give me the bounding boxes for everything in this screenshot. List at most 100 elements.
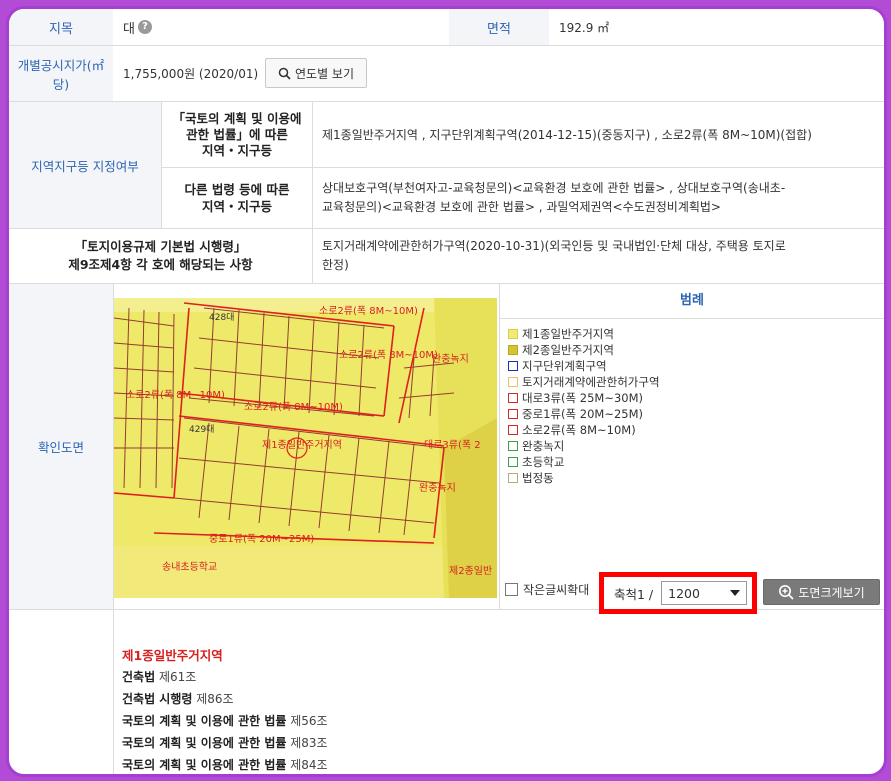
map-label-buffer-green2: 완충녹지: [419, 482, 456, 494]
legend-label: 중로1류(폭 20M~25M): [522, 407, 644, 421]
map-label: 확인도면: [9, 284, 113, 609]
legend-list: 제1종일반주거지역제2종일반주거지역지구단위계획구역토지거래계약에관한허가구역대…: [508, 326, 868, 496]
price-label-line1: 개별공시지가(㎡: [17, 57, 105, 73]
small-text-label: 작은글씨확대: [523, 583, 590, 597]
price-label-line2: 당): [52, 76, 70, 92]
law2-value: 상대보호구역(부천여자고-교육청문의)<교육환경 보호에 관한 법률> , 상대…: [322, 181, 786, 214]
map-label-road-top: 소로2류(폭 8M~10M): [319, 305, 418, 317]
small-text-checkbox[interactable]: [505, 583, 518, 596]
legend-item: 대로3류(폭 25M~30M): [508, 390, 643, 406]
map-label-school: 송내초등학교: [162, 561, 217, 573]
zoom-in-icon: [779, 585, 795, 600]
scale-value: 1200: [668, 585, 700, 601]
small-text-toggle[interactable]: 작은글씨확대: [505, 581, 589, 598]
enforce-label: 「토지이용규제 기본법 시행령」 제9조제4항 각 호에 해당되는 사항: [9, 229, 312, 283]
law-article: 제83조: [290, 736, 328, 750]
law-article: 제56조: [290, 714, 328, 728]
legend-swatch: [508, 361, 518, 371]
legend-label: 완충녹지: [522, 439, 565, 453]
row-jimok: 지목 대 ? 면적 192.9 ㎡: [9, 9, 884, 46]
law1-label: 「국토의 계획 및 이용에 관한 법률」에 따른 지역・지구등: [162, 102, 312, 167]
map-label-zone2: 제2종일반: [449, 565, 492, 577]
legend-label: 토지거래계약에관한허가구역: [522, 375, 660, 389]
legend-swatch: [508, 393, 518, 403]
law1-value: 제1종일반주거지역 , 지구단위계획구역(2014-12-15)(중동지구) ,…: [322, 128, 812, 142]
legend-swatch: [508, 345, 518, 355]
law-name: 건축법 시행령: [122, 692, 193, 706]
legend-title: 범례: [500, 284, 884, 319]
law-article: 제61조: [158, 670, 197, 684]
legend-label: 제2종일반주거지역: [522, 343, 614, 357]
law-item[interactable]: 건축법 제61조: [122, 668, 196, 685]
map-label-road-center: 소로2류(폭 8M~10M): [244, 401, 343, 413]
law-name: 국토의 계획 및 이용에 관한 법률: [122, 758, 287, 772]
law2-label: 다른 법령 등에 따른 지역・지구등: [162, 168, 312, 228]
legend-item: 제2종일반주거지역: [508, 342, 614, 358]
legend-label: 지구단위계획구역: [522, 359, 607, 373]
cadastral-map[interactable]: 소로2류(폭 8M~10M) 소로2류(폭 8M~10M) 소로2류(폭 8M~…: [114, 298, 497, 598]
legend-item: 중로1류(폭 20M~25M): [508, 406, 643, 422]
search-icon: [278, 67, 291, 80]
law-name: 국토의 계획 및 이용에 관한 법률: [122, 736, 287, 750]
map-lot-429: 429대: [189, 424, 214, 435]
legend-item: 소로2류(폭 8M~10M): [508, 422, 636, 438]
legend-item: 지구단위계획구역: [508, 358, 607, 374]
row-zone: 지역지구등 지정여부 「국토의 계획 및 이용에 관한 법률」에 따른 지역・지…: [9, 102, 884, 229]
row-enforcement: 「토지이용규제 기본법 시행령」 제9조제4항 각 호에 해당되는 사항 토지거…: [9, 229, 884, 284]
enforce-value: 토지거래계약에관한허가구역(2020-10-31)(외국인등 및 국내법인·단체…: [322, 239, 786, 272]
map-label-road-left: 소로2류(폭 8M~10M): [126, 389, 225, 401]
land-use-panel: 지목 대 ? 면적 192.9 ㎡ 개별공시지가(㎡ 당) 1,755,000원…: [6, 6, 887, 777]
area-value: 192.9 ㎡: [559, 20, 610, 35]
zone-label: 지역지구등 지정여부: [9, 102, 161, 228]
law-item[interactable]: 국토의 계획 및 이용에 관한 법률 제83조: [122, 734, 328, 751]
area-label: 면적: [449, 9, 549, 45]
map-lot-428: 428대: [209, 312, 234, 323]
big-map-label: 도면크게보기: [798, 585, 865, 600]
price-value: 1,755,000원 (2020/01): [123, 67, 259, 81]
legend-swatch: [508, 377, 518, 387]
row-map: 확인도면 소로2류(폭 8M~10M) 소로2류(폭 8M~10M) 소로2류(…: [9, 284, 884, 614]
law-list: 제1종일반주거지역 건축법 제61조건축법 시행령 제86조국토의 계획 및 이…: [9, 610, 884, 774]
legend-item: 토지거래계약에관한허가구역: [508, 374, 660, 390]
yearly-view-button[interactable]: 연도별 보기: [265, 58, 367, 88]
law-item[interactable]: 국토의 계획 및 이용에 관한 법률 제56조: [122, 712, 328, 729]
price-label: 개별공시지가(㎡ 당): [9, 46, 113, 101]
legend-swatch: [508, 425, 518, 435]
legend-item: 초등학교: [508, 454, 564, 470]
law-zone-title: 제1종일반주거지역: [122, 648, 223, 663]
legend-item: 법정동: [508, 470, 554, 486]
legend-label: 초등학교: [522, 455, 565, 469]
legend-label: 소로2류(폭 8M~10M): [522, 423, 636, 437]
scale-control: 축척1 / 1200: [599, 572, 757, 614]
legend-panel: 범례 제1종일반주거지역제2종일반주거지역지구단위계획구역토지거래계약에관한허가…: [500, 284, 884, 609]
legend-swatch: [508, 441, 518, 451]
law-item[interactable]: 국토의 계획 및 이용에 관한 법률 제84조: [122, 756, 328, 773]
jimok-value-text: 대: [123, 21, 135, 37]
law-name: 건축법: [122, 670, 156, 684]
big-map-button[interactable]: 도면크게보기: [763, 579, 880, 605]
law-article: 제84조: [290, 758, 328, 772]
legend-swatch: [508, 457, 518, 467]
map-label-road-right: 대로3류(폭 2: [424, 439, 481, 451]
help-icon[interactable]: ?: [137, 20, 152, 34]
yearly-view-label: 연도별 보기: [294, 66, 354, 81]
legend-item: 완충녹지: [508, 438, 564, 454]
row-price: 개별공시지가(㎡ 당) 1,755,000원 (2020/01) 연도별 보기: [9, 46, 884, 102]
legend-swatch: [508, 473, 518, 483]
legend-swatch: [508, 329, 518, 339]
legend-label: 제1종일반주거지역: [522, 327, 614, 341]
map-label-zone-center: 제1종일반주거지역: [262, 439, 342, 451]
map-label-road-bottom: 중로1류(폭 20M~25M): [209, 533, 314, 545]
legend-label: 대로3류(폭 25M~30M): [522, 391, 644, 405]
jimok-value: 대 ?: [113, 9, 453, 45]
scale-select[interactable]: 1200: [661, 581, 748, 605]
jimok-label: 지목: [9, 9, 113, 45]
law-name: 국토의 계획 및 이용에 관한 법률: [122, 714, 287, 728]
chevron-down-icon: [730, 590, 741, 596]
legend-item: 제1종일반주거지역: [508, 326, 614, 342]
scale-label: 축척1 /: [614, 586, 654, 602]
legend-swatch: [508, 409, 518, 419]
map-label-buffer-green: 완충녹지: [432, 353, 469, 365]
law-item[interactable]: 건축법 시행령 제86조: [122, 690, 234, 707]
map-label-road-mid: 소로2류(폭 8M~10M): [339, 349, 438, 361]
